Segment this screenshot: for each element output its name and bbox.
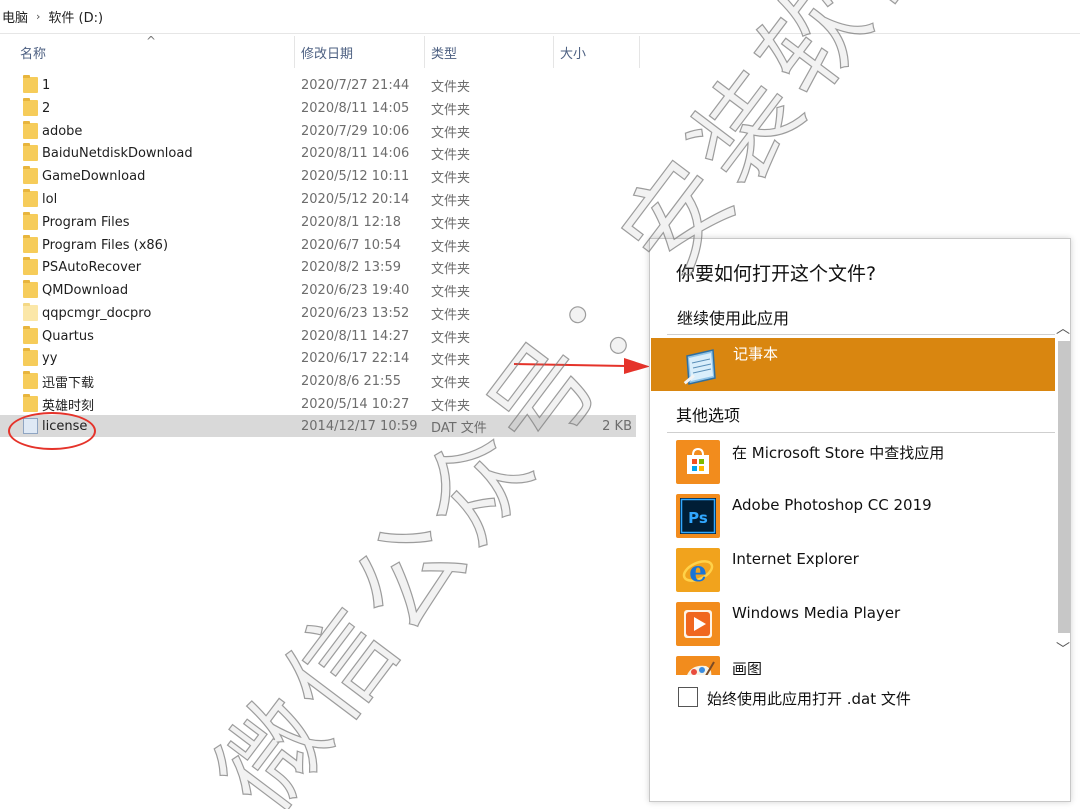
windows-media-player-icon [676, 602, 720, 646]
folder-icon [23, 371, 38, 389]
folder-icon [23, 326, 38, 344]
other-options-label: 其他选项 [676, 406, 741, 425]
file-row[interactable]: PSAutoRecover 2020/8/2 13:59 文件夹 [0, 256, 636, 278]
folder-icon [23, 166, 38, 184]
file-row[interactable]: 英雄时刻 2020/5/14 10:27 文件夹 [0, 393, 636, 415]
scrollbar-thumb[interactable] [1058, 341, 1071, 633]
folder-icon [23, 348, 38, 366]
file-row[interactable]: adobe 2020/7/29 10:06 文件夹 [0, 120, 636, 142]
folder-icon [23, 303, 38, 321]
column-header-name[interactable]: 名称 [14, 36, 295, 68]
file-row[interactable]: GameDownload 2020/5/12 10:11 文件夹 [0, 165, 636, 187]
scroll-up-icon[interactable]: ︿ [1056, 318, 1070, 338]
svg-text:e: e [689, 555, 707, 588]
folder-icon [23, 235, 38, 253]
file-row[interactable]: qqpcmgr_docpro 2020/6/23 13:52 文件夹 [0, 302, 636, 324]
app-option-photoshop[interactable]: Ps Adobe Photoshop CC 2019 [676, 494, 1056, 540]
annotation-red-circle [8, 412, 96, 450]
address-bar[interactable]: 电脑 › 软件 (D:) [0, 0, 1080, 34]
open-with-dialog: 你要如何打开这个文件? 继续使用此应用 记事本 其他选项 在 Microsoft… [649, 238, 1071, 802]
column-header-date[interactable]: 修改日期 [295, 36, 425, 68]
breadcrumb-drive-d[interactable]: 软件 (D:) [48, 7, 103, 26]
folder-icon [23, 121, 38, 139]
always-use-checkbox[interactable] [678, 687, 698, 707]
app-list-clip: 画图 [676, 656, 1056, 675]
annotation-arrow-icon [513, 358, 650, 374]
scroll-down-icon[interactable]: ﹀ [1056, 639, 1070, 659]
divider [667, 334, 1055, 335]
folder-icon [23, 75, 38, 93]
folder-icon [23, 189, 38, 207]
app-label: Internet Explorer [732, 550, 859, 568]
app-option-notepad[interactable]: 记事本 [651, 338, 1055, 391]
folder-icon [23, 257, 38, 275]
app-option-paint[interactable]: 画图 [676, 656, 1056, 675]
continue-using-label: 继续使用此应用 [677, 309, 790, 328]
file-row[interactable]: 2 2020/8/11 14:05 文件夹 [0, 97, 636, 119]
notepad-icon [683, 349, 716, 385]
file-row[interactable]: Quartus 2020/8/11 14:27 文件夹 [0, 325, 636, 347]
file-row[interactable]: QMDownload 2020/6/23 19:40 文件夹 [0, 279, 636, 301]
app-label: 画图 [732, 660, 763, 675]
folder-icon [23, 280, 38, 298]
app-label: 在 Microsoft Store 中查找应用 [732, 444, 945, 462]
breadcrumb-separator-icon: › [36, 10, 41, 23]
app-label: Adobe Photoshop CC 2019 [732, 496, 932, 514]
dialog-scrollbar[interactable]: ︿ ﹀ [1054, 318, 1071, 669]
app-option-internet-explorer[interactable]: e Internet Explorer [676, 548, 1056, 594]
dialog-title: 你要如何打开这个文件? [676, 263, 877, 285]
app-label: Windows Media Player [732, 604, 901, 622]
internet-explorer-icon: e [676, 548, 720, 592]
column-header-size[interactable]: 大小 [554, 36, 640, 68]
column-header-type[interactable]: 类型 [425, 36, 554, 68]
folder-icon [23, 212, 38, 230]
breadcrumb-this-pc[interactable]: 电脑 [2, 7, 28, 26]
app-option-microsoft-store[interactable]: 在 Microsoft Store 中查找应用 [676, 440, 1056, 486]
folder-icon [23, 98, 38, 116]
file-row[interactable]: BaiduNetdiskDownload 2020/8/11 14:06 文件夹 [0, 142, 636, 164]
svg-text:Ps: Ps [688, 509, 708, 527]
paint-icon [676, 656, 720, 675]
photoshop-icon: Ps [676, 494, 720, 538]
always-use-label: 始终使用此应用打开 .dat 文件 [707, 690, 911, 708]
file-row[interactable]: lol 2020/5/12 20:14 文件夹 [0, 188, 636, 210]
divider [667, 432, 1055, 433]
file-row[interactable]: Program Files (x86) 2020/6/7 10:54 文件夹 [0, 234, 636, 256]
file-row[interactable]: 1 2020/7/27 21:44 文件夹 [0, 74, 636, 96]
folder-icon [23, 143, 38, 161]
microsoft-store-icon [676, 440, 720, 484]
app-option-windows-media-player[interactable]: Windows Media Player [676, 602, 1056, 648]
file-row[interactable]: Program Files 2020/8/1 12:18 文件夹 [0, 211, 636, 233]
app-label: 记事本 [733, 345, 779, 363]
folder-icon [23, 394, 38, 412]
column-headers: ^ 名称 修改日期 类型 大小 [0, 34, 640, 68]
